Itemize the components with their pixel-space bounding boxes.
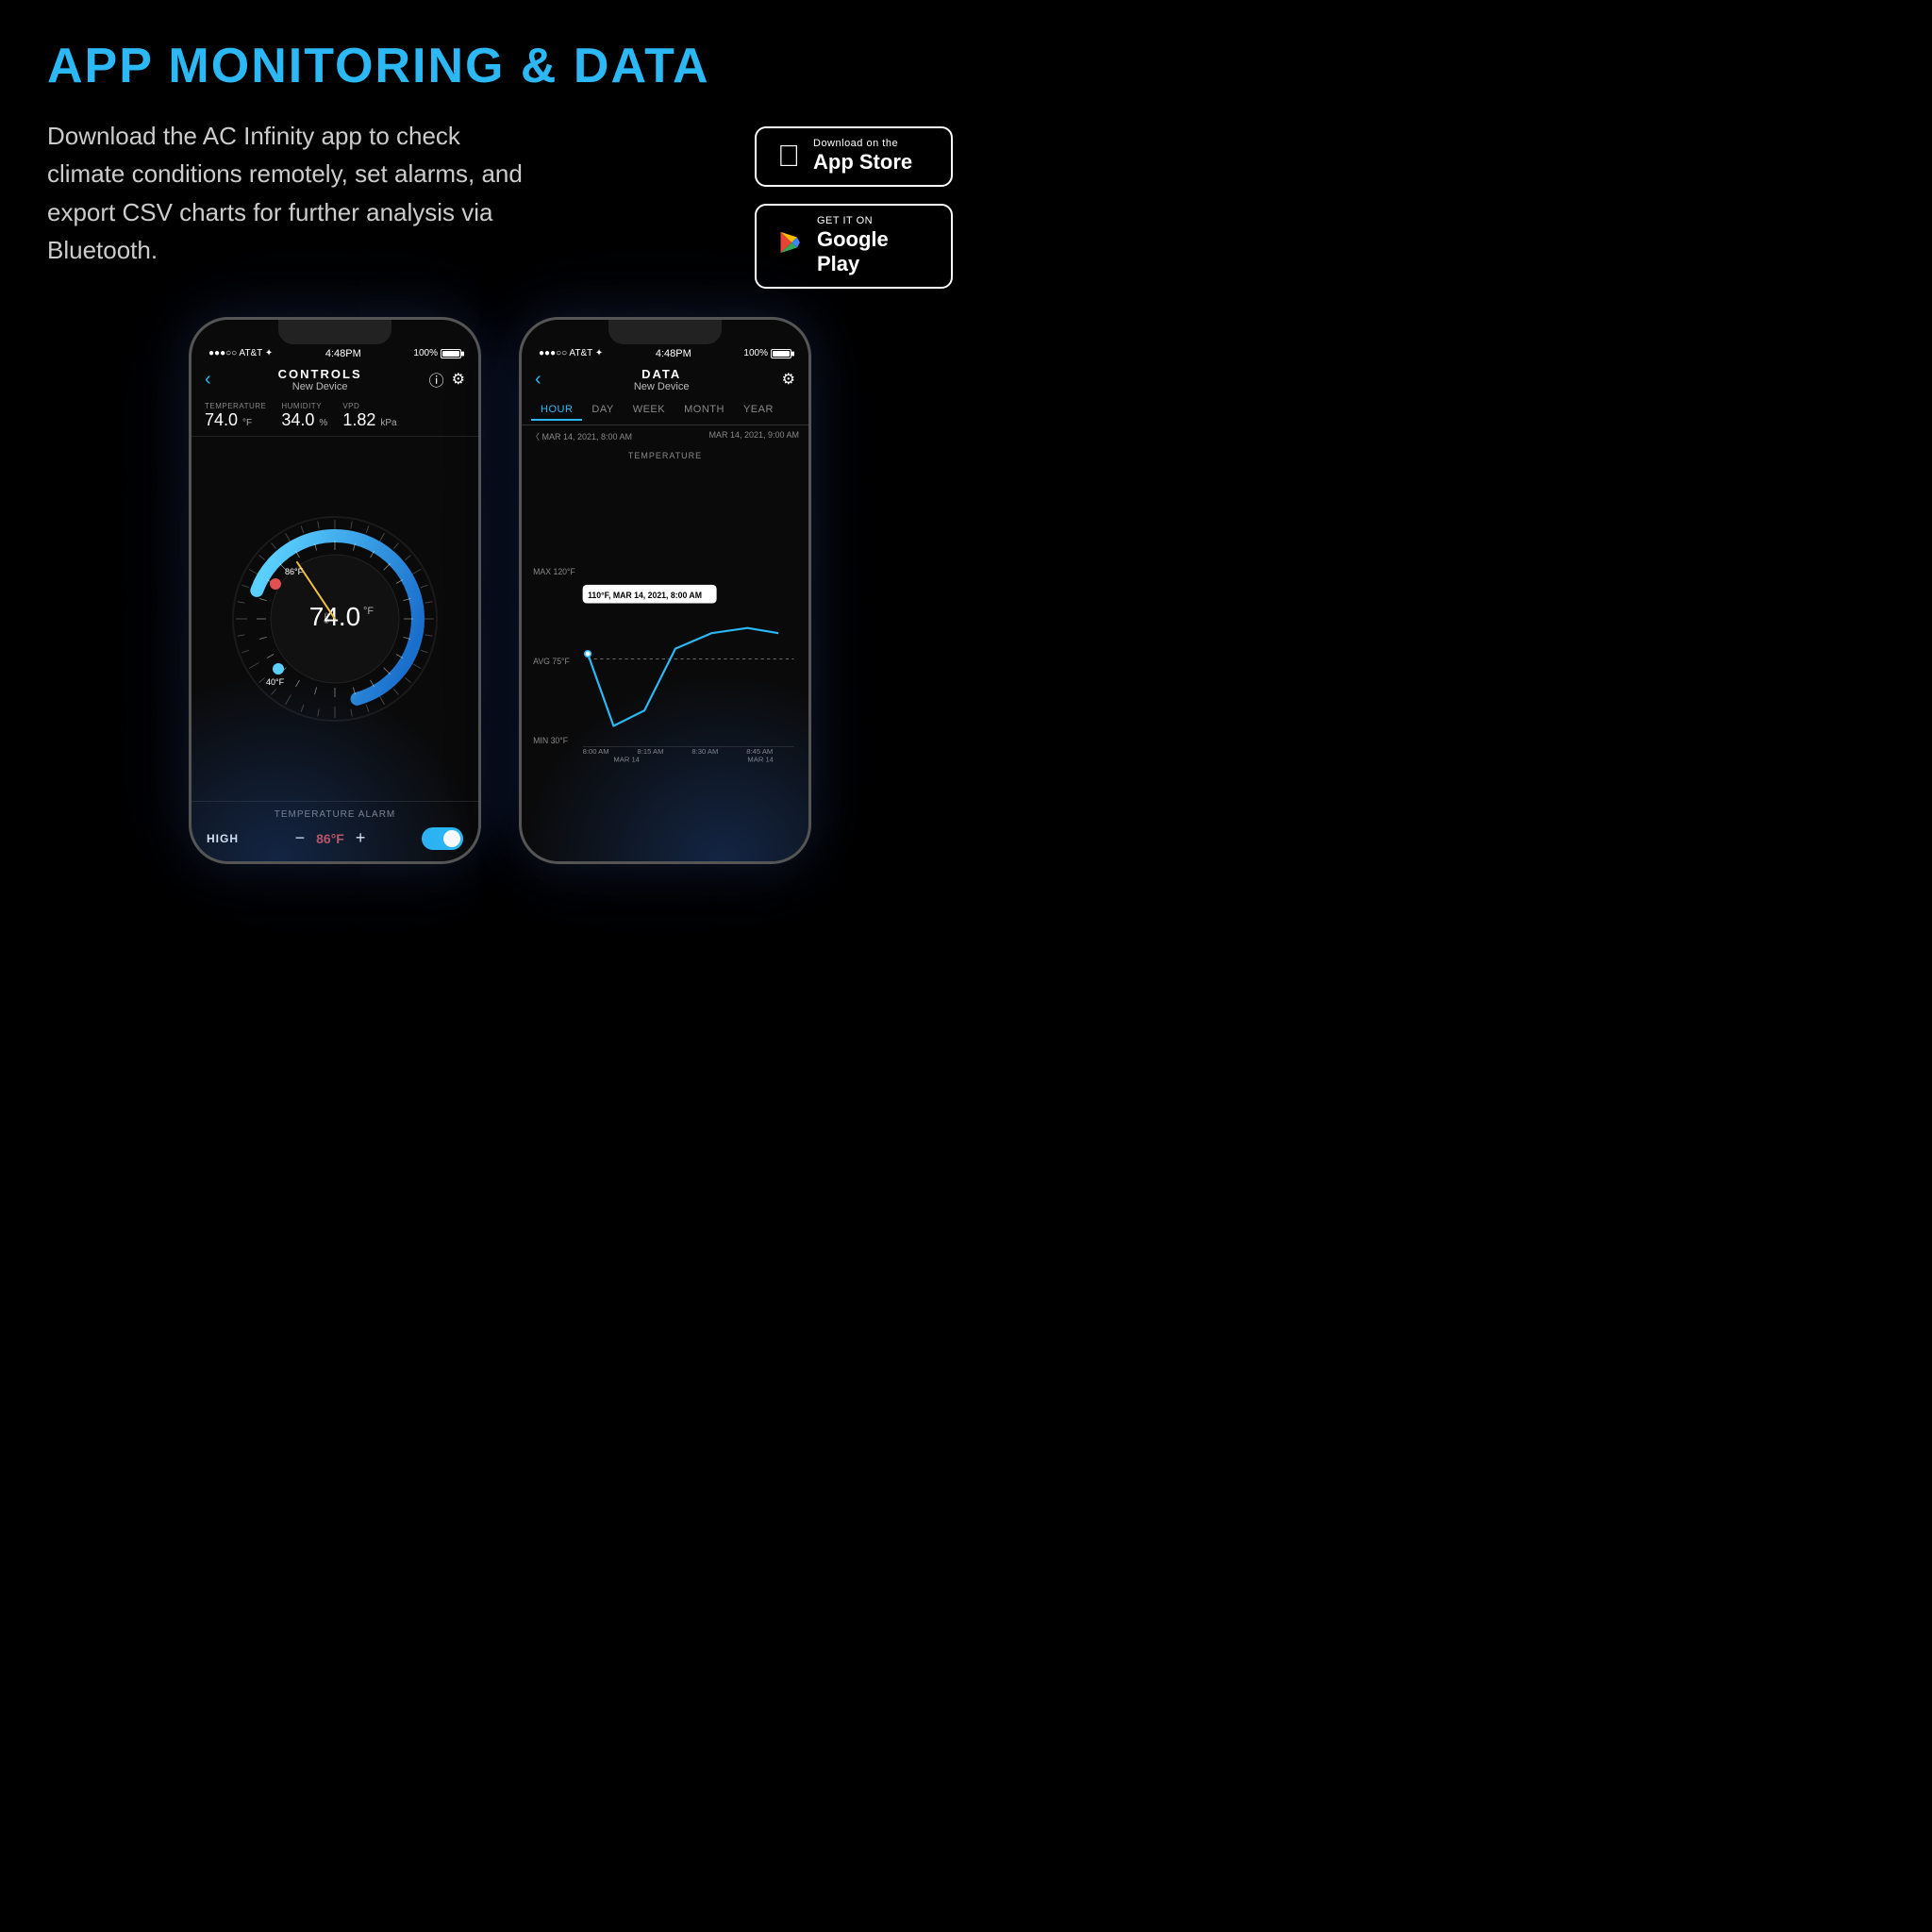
description-text: Download the AC Infinity app to check cl… [47,117,538,269]
google-play-button[interactable]: GET IT ON Google Play [755,204,953,289]
temperature-metric: TEMPERATURE 74.0 °F [205,402,266,430]
left-status-left: ●●●○○ AT&T ✦ [208,348,273,358]
vpd-label: VPD [342,402,396,410]
tab-year[interactable]: YEAR [734,400,783,421]
svg-text:8:15 AM: 8:15 AM [638,747,664,756]
svg-text:MIN 30°F: MIN 30°F [533,736,568,745]
tab-month[interactable]: MONTH [675,400,734,421]
controls-screen: ●●●○○ AT&T ✦ 4:48PM 100% ‹ CONTROLS New … [192,320,478,861]
humidity-label: HUMIDITY [281,402,327,410]
page-title: APP MONITORING & DATA [47,38,953,94]
chart-container: TEMPERATURE MAX 120°F AVG 75°F MIN 30°F [522,447,808,861]
right-phone: ●●●○○ AT&T ✦ 4:48PM 100% ‹ DATA New Devi… [519,317,811,864]
app-store-main: App Store [813,150,912,175]
alarm-section: TEMPERATURE ALARM HIGH − 86°F + [192,801,478,861]
left-battery-icon [441,349,461,358]
vpd-metric: VPD 1.82 kPa [342,402,396,430]
app-store-button[interactable]:  Download on the App Store [755,126,953,187]
right-battery-text: 100% [743,348,768,358]
tab-hour[interactable]: HOUR [531,400,582,421]
alarm-minus-button[interactable]: − [295,828,306,848]
right-nav-title-block: DATA New Device [634,367,690,392]
left-metrics-row: TEMPERATURE 74.0 °F HUMIDITY 34.0 % VPD … [192,396,478,437]
right-settings-icon[interactable]: ⚙ [782,370,795,389]
gauge-container: 🌡 74.0 °F 86°F 40°F [192,437,478,801]
left-status-time: 4:48PM [325,348,361,359]
apple-icon:  [777,139,800,174]
svg-text:8:45 AM: 8:45 AM [746,747,773,756]
tab-week[interactable]: WEEK [624,400,675,421]
humidity-metric: HUMIDITY 34.0 % [281,402,327,430]
phones-section: ●●●○○ AT&T ✦ 4:48PM 100% ‹ CONTROLS New … [47,317,953,864]
right-back-button[interactable]: ‹ [535,369,541,391]
left-nav-icons: ⓘ ⚙ [429,368,465,391]
svg-text:°F: °F [363,606,374,617]
store-buttons:  Download on the App Store GE [755,126,953,289]
alarm-label: HIGH [207,832,239,845]
right-status-right: 100% [743,348,791,358]
svg-text:AVG 75°F: AVG 75°F [533,657,570,666]
date-left: 〈 MAR 14, 2021, 8:00 AM [531,430,632,442]
alarm-row: HIGH − 86°F + [207,827,463,850]
right-nav-bar: ‹ DATA New Device ⚙ [522,363,808,396]
left-battery-text: 100% [413,348,438,358]
svg-text:MAR 14: MAR 14 [747,755,774,763]
vpd-value: 1.82 kPa [342,410,396,430]
humidity-value: 34.0 % [281,410,327,430]
left-phone: ●●●○○ AT&T ✦ 4:48PM 100% ‹ CONTROLS New … [189,317,481,864]
right-device-name: New Device [634,381,690,392]
left-back-button[interactable]: ‹ [205,369,211,391]
temp-value: 74.0 °F [205,410,266,430]
gauge-svg: 🌡 74.0 °F 86°F 40°F [226,510,443,727]
svg-text:MAR 14: MAR 14 [613,755,640,763]
right-status-left: ●●●○○ AT&T ✦ [539,348,603,358]
google-play-sub: GET IT ON [817,215,930,227]
alarm-plus-button[interactable]: + [356,828,366,848]
chart-label: TEMPERATURE [531,451,799,460]
toggle-switch[interactable] [422,827,463,850]
left-device-name: New Device [278,381,362,392]
svg-text:40°F: 40°F [266,677,285,687]
left-info-icon[interactable]: ⓘ [429,368,444,391]
alarm-temp: 86°F [316,831,344,846]
app-store-sub: Download on the [813,138,912,150]
svg-text:8:00 AM: 8:00 AM [583,747,609,756]
left-status-bar: ●●●○○ AT&T ✦ 4:48PM 100% [192,320,478,363]
right-battery-icon [771,349,791,358]
app-store-text: Download on the App Store [813,138,912,175]
temp-label: TEMPERATURE [205,402,266,410]
right-screen-title: DATA [634,367,690,381]
chart-area: MAX 120°F AVG 75°F MIN 30°F 110°F, MAR 1… [531,464,799,854]
svg-text:86°F: 86°F [285,567,304,576]
left-nav-bar: ‹ CONTROLS New Device ⓘ ⚙ [192,363,478,396]
alarm-title: TEMPERATURE ALARM [207,809,463,820]
left-settings-icon[interactable]: ⚙ [452,370,465,389]
left-screen-title: CONTROLS [278,367,362,381]
chart-svg: MAX 120°F AVG 75°F MIN 30°F 110°F, MAR 1… [531,464,799,854]
left-status-right: 100% [413,348,461,358]
svg-text:MAX 120°F: MAX 120°F [533,566,575,575]
svg-text:8:30 AM: 8:30 AM [691,747,718,756]
page: APP MONITORING & DATA Download the AC In… [0,0,1000,1000]
right-nav-icons: ⚙ [782,370,795,389]
right-status-time: 4:48PM [656,348,691,359]
google-play-text: GET IT ON Google Play [817,215,930,277]
alarm-controls: − 86°F + [295,828,366,848]
google-play-icon [777,228,804,263]
svg-text:110°F, MAR 14, 2021, 8:00 AM: 110°F, MAR 14, 2021, 8:00 AM [588,591,702,600]
left-nav-title-block: CONTROLS New Device [278,367,362,392]
tab-day[interactable]: DAY [582,400,623,421]
top-section: Download the AC Infinity app to check cl… [47,117,953,289]
right-status-bar: ●●●○○ AT&T ✦ 4:48PM 100% [522,320,808,363]
tabs-row: HOUR DAY WEEK MONTH YEAR [522,396,808,425]
date-range-row: 〈 MAR 14, 2021, 8:00 AM MAR 14, 2021, 9:… [522,425,808,447]
svg-text:74.0: 74.0 [309,602,361,631]
google-play-main: Google Play [817,227,930,277]
date-right: MAR 14, 2021, 9:00 AM [708,430,799,442]
data-screen: ●●●○○ AT&T ✦ 4:48PM 100% ‹ DATA New Devi… [522,320,808,861]
